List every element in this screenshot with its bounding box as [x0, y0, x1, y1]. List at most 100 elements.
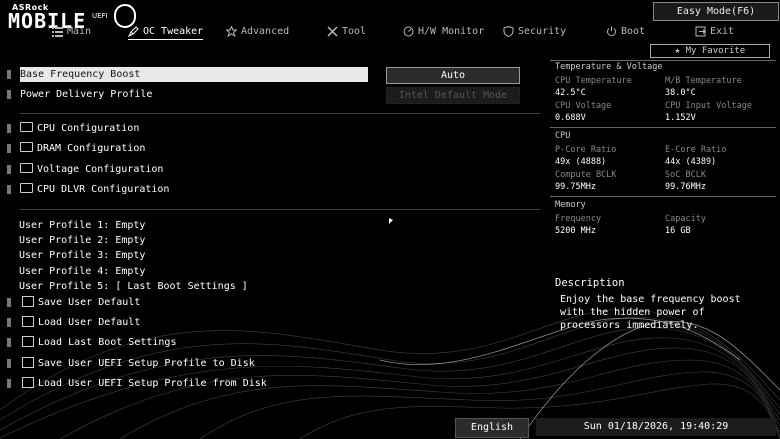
memory-title: Memory	[555, 200, 586, 210]
power-delivery-profile-value: Intel Default Mode	[386, 87, 520, 104]
soc-bclk-value: 99.76MHz	[665, 182, 706, 192]
pcore-ratio-value: 49x (4888)	[555, 157, 607, 167]
submenu-label: Voltage Configuration	[37, 164, 164, 175]
brand-uefi: UEFI	[92, 12, 108, 20]
mb-temp-label: M/B Temperature	[665, 76, 742, 86]
compute-bclk-label: Compute BCLK	[555, 170, 617, 180]
folder-icon	[20, 163, 33, 173]
setting-power-delivery-profile[interactable]: Power Delivery Profile	[20, 87, 152, 102]
submenu-voltage-configuration[interactable]: Voltage Configuration	[20, 162, 163, 177]
tab-main[interactable]: Main	[52, 23, 91, 39]
ecore-ratio-value: 44x (4389)	[665, 157, 717, 167]
description-title: Description	[555, 277, 625, 289]
capacity-label: Capacity	[665, 214, 706, 224]
tab-security-label: Security	[518, 25, 567, 37]
action-label: Save User Default	[38, 297, 141, 308]
tab-boot-label: Boot	[621, 25, 646, 37]
submenu-dram-configuration[interactable]: DRAM Configuration	[20, 141, 145, 156]
user-profile-5: User Profile 5: [ Last Boot Settings ]	[19, 281, 248, 292]
row-bullet	[7, 90, 11, 99]
save-user-default-button[interactable]: Save User Default	[22, 295, 140, 310]
row-bullet	[7, 144, 11, 153]
cpu-temp-label: CPU Temperature	[555, 76, 632, 86]
load-last-boot-settings-button[interactable]: Load Last Boot Settings	[22, 335, 176, 350]
capacity-value: 16 GB	[665, 226, 691, 236]
user-profile-1: User Profile 1: Empty	[19, 220, 146, 231]
tab-oc-tweaker-label: OC Tweaker	[143, 25, 204, 37]
frequency-label: Frequency	[555, 214, 602, 224]
folder-icon	[20, 122, 33, 132]
cpu-input-voltage-value: 1.152V	[665, 113, 696, 123]
row-bullet	[7, 379, 11, 388]
action-label: Load User Default	[38, 317, 141, 328]
temp-voltage-title: Temperature & Voltage	[555, 62, 663, 72]
row-bullet	[7, 124, 11, 133]
tab-boot[interactable]: Boot	[606, 23, 645, 39]
row-bullet	[7, 359, 11, 368]
soc-bclk-label: SoC BCLK	[665, 170, 706, 180]
cpu-temp-value: 42.5°C	[555, 88, 586, 98]
load-icon	[22, 315, 34, 327]
tab-security[interactable]: Security	[503, 23, 566, 39]
tab-oc-tweaker[interactable]: OC Tweaker	[128, 23, 204, 40]
pcore-ratio-label: P-Core Ratio	[555, 145, 617, 155]
frequency-value: 5200 MHz	[555, 226, 596, 236]
folder-icon	[20, 142, 33, 152]
base-frequency-boost-value[interactable]: Auto	[386, 67, 520, 84]
ecore-ratio-label: E-Core Ratio	[665, 145, 727, 155]
save-profile-to-disk-button[interactable]: Save User UEFI Setup Profile to Disk	[22, 356, 255, 371]
row-bullet	[7, 165, 11, 174]
load-icon	[22, 335, 34, 347]
my-favorite-label: My Favorite	[685, 46, 746, 56]
submenu-label: DRAM Configuration	[37, 143, 146, 154]
tab-hw-monitor-label: H/W Monitor	[418, 25, 485, 37]
action-label: Load Last Boot Settings	[38, 337, 177, 348]
star-icon	[226, 25, 237, 37]
datetime-display: Sun 01/18/2026, 19:40:29	[536, 418, 776, 436]
user-profile-3: User Profile 3: Empty	[19, 250, 146, 261]
language-button[interactable]: English	[455, 418, 529, 438]
cpu-voltage-label: CPU Voltage	[555, 101, 612, 111]
panel-divider	[550, 127, 776, 128]
submenu-cpu-dlvr-configuration[interactable]: CPU DLVR Configuration	[20, 182, 169, 197]
panel-divider	[550, 196, 776, 197]
setting-base-frequency-boost[interactable]: Base Frequency Boost	[20, 67, 368, 82]
submenu-label: CPU Configuration	[37, 123, 140, 134]
list-icon	[52, 26, 63, 37]
my-favorite-button[interactable]: ★ My Favorite	[650, 44, 770, 58]
save-icon	[22, 356, 34, 368]
divider	[20, 209, 540, 210]
row-bullet	[7, 318, 11, 327]
load-icon	[22, 376, 34, 388]
tab-tool[interactable]: Tool	[327, 23, 366, 39]
action-label: Save User UEFI Setup Profile to Disk	[38, 358, 255, 369]
row-bullet	[7, 338, 11, 347]
submenu-cpu-configuration[interactable]: CPU Configuration	[20, 121, 139, 136]
description-text: Enjoy the base frequency boost with the …	[560, 294, 741, 331]
shield-icon	[503, 25, 514, 37]
power-icon	[607, 26, 616, 36]
monitor-icon	[403, 26, 414, 36]
rocket-icon	[128, 25, 139, 37]
tab-advanced[interactable]: Advanced	[226, 23, 289, 39]
tab-hw-monitor[interactable]: H/W Monitor	[403, 23, 484, 39]
user-profile-2: User Profile 2: Empty	[19, 235, 146, 246]
save-icon	[22, 295, 34, 307]
load-profile-from-disk-button[interactable]: Load User UEFI Setup Profile from Disk	[22, 376, 267, 391]
exit-icon	[695, 26, 706, 36]
tools-icon	[327, 25, 338, 37]
mouse-cursor-icon	[389, 218, 393, 224]
cpu-input-voltage-label: CPU Input Voltage	[665, 101, 752, 111]
tab-exit-label: Exit	[710, 25, 735, 37]
tab-exit[interactable]: Exit	[695, 23, 734, 39]
divider	[20, 113, 540, 114]
folder-icon	[20, 183, 33, 193]
easy-mode-button[interactable]: Easy Mode(F6)	[653, 2, 779, 21]
mb-temp-value: 38.0°C	[665, 88, 696, 98]
panel-divider	[550, 60, 776, 61]
compute-bclk-value: 99.75MHz	[555, 182, 596, 192]
tab-tool-label: Tool	[342, 25, 367, 37]
favorite-star-icon: ★	[674, 46, 681, 56]
tab-main-label: Main	[67, 25, 92, 37]
load-user-default-button[interactable]: Load User Default	[22, 315, 140, 330]
